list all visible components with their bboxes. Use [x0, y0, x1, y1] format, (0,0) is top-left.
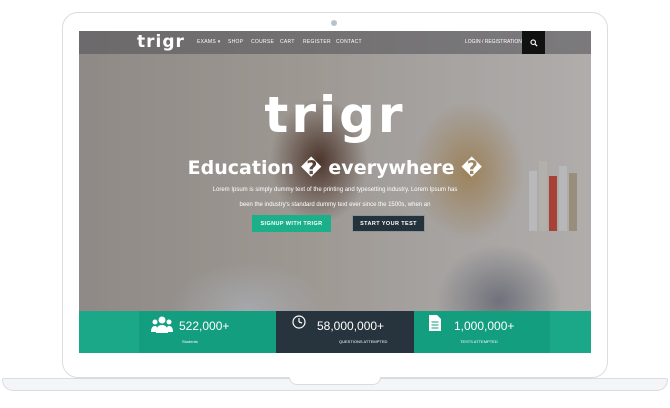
nav-item-exams[interactable]: EXAMS ▾: [197, 39, 221, 45]
nav-item-contact[interactable]: CONTACT: [336, 39, 362, 45]
stat-label-tests: TESTS ATTEMPTED: [460, 339, 498, 344]
hero-headline: Education � everywhere �: [187, 157, 483, 179]
stat-students: 522,000+ Students: [139, 311, 276, 353]
top-navbar: trigr EXAMS ▾ SHOP COURSE CART REGISTER …: [79, 31, 591, 54]
nav-item-shop[interactable]: SHOP: [228, 39, 243, 45]
search-icon: [529, 38, 538, 47]
laptop-base-notch: [289, 377, 381, 385]
clock-icon: [292, 315, 306, 329]
users-icon: [151, 316, 173, 333]
document-icon: [429, 315, 441, 331]
stat-label-questions: QUESTIONS ATTEMPTED: [339, 339, 388, 344]
stats-bar: 522,000+ Students 58,000,000+ QUESTIONS …: [79, 311, 591, 353]
stat-value-tests: 1,000,000+: [454, 319, 515, 333]
screen: trigr EXAMS ▾ SHOP COURSE CART REGISTER …: [79, 31, 591, 353]
brand-logo[interactable]: trigr: [137, 32, 185, 52]
stat-value-students: 522,000+: [179, 319, 230, 333]
hero-logo: trigr: [264, 86, 406, 144]
search-button[interactable]: [522, 31, 545, 54]
login-registration-link[interactable]: LOGIN / REGISTRATION: [465, 39, 522, 45]
stat-label-students: Students: [182, 339, 198, 344]
nav-item-course[interactable]: COURSE: [251, 39, 274, 45]
nav-item-cart[interactable]: CART: [280, 39, 295, 45]
stat-questions: 58,000,000+ QUESTIONS ATTEMPTED: [276, 311, 414, 353]
nav-item-register[interactable]: REGISTER: [303, 39, 331, 45]
hero-subtext: Lorem Ipsum is simply dummy text of the …: [79, 183, 591, 213]
start-test-button[interactable]: START YOUR TEST: [352, 215, 425, 232]
signup-button[interactable]: SIGNUP WITH TRIGR: [252, 215, 331, 232]
hero-subtext-line-1: Lorem Ipsum is simply dummy text of the …: [212, 187, 458, 193]
stat-tests: 1,000,000+ TESTS ATTEMPTED: [414, 311, 550, 353]
hero-subtext-line-2: been the industry's standard dummy text …: [239, 202, 431, 208]
stat-value-questions: 58,000,000+: [317, 319, 385, 333]
laptop-camera: [331, 20, 337, 26]
